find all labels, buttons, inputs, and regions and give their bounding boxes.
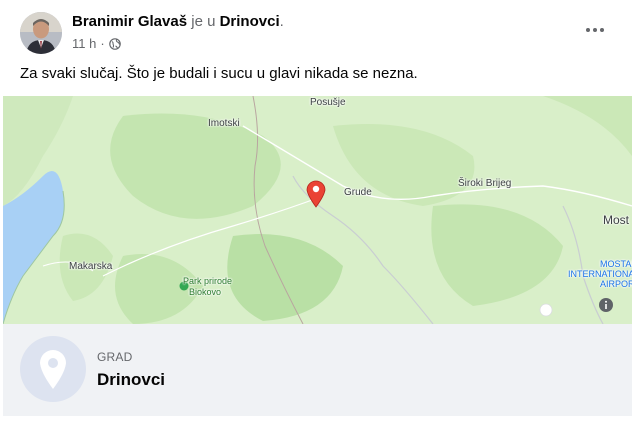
location-connector: je u xyxy=(191,13,216,30)
place-name: Drinovci xyxy=(97,370,166,389)
map-preview[interactable]: Posušje Imotski Grude Široki Brijeg Most… xyxy=(3,96,632,324)
header-period: . xyxy=(279,13,284,30)
map-label-airport-line2: INTERNATIONAL xyxy=(568,269,632,279)
map-label-grude: Grude xyxy=(344,187,372,198)
map-label-airport-line3: AIRPORT xyxy=(600,279,632,289)
more-options-icon[interactable] xyxy=(582,20,608,40)
post-meta: 11 h · xyxy=(72,36,121,51)
post-text: Za svaki slučaj. Što je budali i sucu u … xyxy=(20,65,418,82)
location-pin-icon xyxy=(20,336,86,402)
post-header: Branimir Glavaš je u Drinovci. xyxy=(72,13,284,30)
place-category: GRAD xyxy=(97,350,133,364)
globe-icon xyxy=(108,37,121,50)
map-pin-icon xyxy=(305,178,327,208)
avatar[interactable] xyxy=(20,12,62,54)
author-name[interactable]: Branimir Glavaš xyxy=(72,13,187,30)
map-label-park-line2: Biokovo xyxy=(189,287,222,297)
map-label-park-line1: Park prirode xyxy=(183,276,233,286)
facebook-post: Branimir Glavaš je u Drinovci. 11 h · Za… xyxy=(0,0,632,421)
info-icon[interactable] xyxy=(598,297,614,313)
location-link[interactable]: Drinovci xyxy=(220,13,280,30)
place-card[interactable]: GRAD Drinovci xyxy=(3,324,632,416)
meta-separator: · xyxy=(100,36,105,51)
post-timestamp[interactable]: 11 h xyxy=(72,36,96,51)
map-label-airport-line1: MOSTAR xyxy=(600,259,632,269)
map-label-makarska: Makarska xyxy=(69,261,113,272)
map-label-mostar: Most xyxy=(603,213,630,227)
map-label-siroki-brijeg: Široki Brijeg xyxy=(458,178,512,189)
map-label-posusje: Posušje xyxy=(310,97,346,108)
map-label-imotski: Imotski xyxy=(208,118,240,129)
